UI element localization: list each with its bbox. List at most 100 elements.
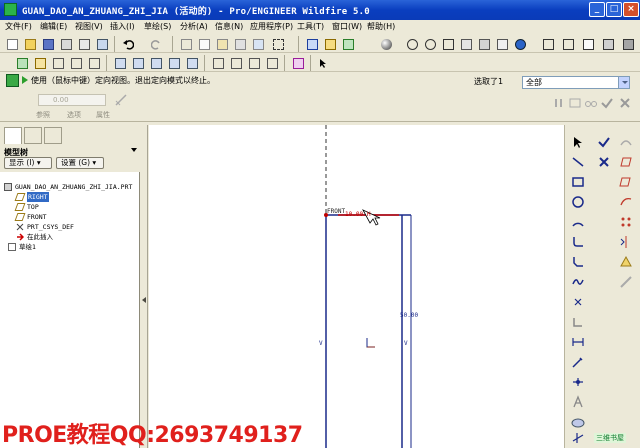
preview-icon[interactable] (568, 96, 582, 110)
dimension-vertical[interactable]: 50.00 (400, 312, 418, 319)
tab-properties[interactable]: 属性 (96, 110, 110, 120)
use-edge-button[interactable] (569, 313, 587, 331)
maximize-button[interactable]: □ (606, 2, 622, 17)
graphics-window[interactable]: FRONT 10.00 50.00 H V V (149, 125, 564, 448)
glasses-icon[interactable] (584, 96, 598, 110)
spin-center-button[interactable] (340, 36, 356, 52)
point-button[interactable] (569, 293, 587, 311)
selection-filter-select[interactable]: 全部 (522, 76, 630, 89)
datum-point-button[interactable] (68, 55, 84, 71)
datum-csys-button[interactable] (86, 55, 102, 71)
cut-button[interactable] (178, 36, 194, 52)
cancel-x-icon[interactable] (618, 96, 632, 110)
help-pointer-button[interactable] (316, 55, 332, 71)
depth-option-icon[interactable] (114, 93, 128, 107)
menu-sketch[interactable]: 草绘(S) (144, 21, 171, 32)
enhanced-realism-button[interactable] (620, 36, 636, 52)
email-button[interactable] (76, 36, 92, 52)
sketch-view-button[interactable] (304, 36, 320, 52)
datum-plane-tool-button[interactable] (617, 153, 635, 171)
open-button[interactable] (22, 36, 38, 52)
line-button[interactable] (569, 153, 587, 171)
datum-plane-button[interactable] (32, 55, 48, 71)
revolve-button[interactable] (130, 55, 146, 71)
paste-special-button[interactable] (232, 36, 248, 52)
undo-button[interactable] (120, 36, 136, 52)
menu-view[interactable]: 视图(V) (75, 21, 103, 32)
curve-button[interactable] (617, 193, 635, 211)
chamfer-button[interactable] (569, 253, 587, 271)
zoom-in-button[interactable] (404, 36, 420, 52)
dimension-button[interactable] (569, 333, 587, 351)
menu-insert[interactable]: 插入(I) (110, 21, 135, 32)
datum-axis-button[interactable] (50, 55, 66, 71)
hidden-line-button[interactable] (560, 36, 576, 52)
continue-button[interactable] (617, 133, 635, 151)
zoom-out-button[interactable] (422, 36, 438, 52)
panel-splitter[interactable] (140, 125, 148, 448)
constraint-button[interactable] (569, 373, 587, 391)
rib-button[interactable] (246, 55, 262, 71)
mirror-button[interactable] (617, 233, 635, 251)
sketch-canvas[interactable] (149, 125, 564, 448)
display-style-button[interactable] (512, 36, 528, 52)
round-button[interactable] (290, 55, 306, 71)
select-box-button[interactable] (270, 36, 286, 52)
saved-views-button[interactable] (494, 36, 510, 52)
confirm-sketch-button[interactable] (595, 133, 613, 151)
close-button[interactable]: × (623, 2, 639, 17)
layers-button[interactable] (476, 36, 492, 52)
send-button[interactable] (94, 36, 110, 52)
offset-button[interactable] (617, 173, 635, 191)
chevron-down-icon[interactable] (131, 148, 137, 152)
draft-button[interactable] (264, 55, 280, 71)
tab-references[interactable]: 参照 (36, 110, 50, 120)
modify-button[interactable] (569, 353, 587, 371)
trim-button[interactable] (569, 429, 587, 447)
wireframe-button[interactable] (540, 36, 556, 52)
tab-favorites[interactable] (44, 127, 62, 144)
shaded-button[interactable] (600, 36, 616, 52)
no-hidden-button[interactable] (580, 36, 596, 52)
new-button[interactable] (4, 36, 20, 52)
dimension-horizontal[interactable]: 10.00 (345, 211, 363, 218)
text-button[interactable] (569, 393, 587, 411)
pause-icon[interactable] (552, 96, 566, 110)
tab-options[interactable]: 选项 (67, 110, 81, 120)
datum-display-button[interactable] (322, 36, 338, 52)
menu-file[interactable]: 文件(F) (5, 21, 32, 32)
circle-button[interactable] (569, 193, 587, 211)
fillet-button[interactable] (569, 233, 587, 251)
redo-button[interactable] (148, 36, 164, 52)
print-button[interactable] (58, 36, 74, 52)
tab-model-tree[interactable] (4, 127, 22, 144)
menu-analysis[interactable]: 分析(A) (180, 21, 208, 32)
refit-button[interactable] (440, 36, 456, 52)
select-button[interactable] (569, 133, 587, 151)
sweep-button[interactable] (148, 55, 164, 71)
spline-button[interactable] (569, 273, 587, 291)
datum-label-front[interactable]: FRONT (327, 208, 345, 215)
save-button[interactable] (40, 36, 56, 52)
cancel-sketch-button[interactable] (595, 153, 613, 171)
dimension-input[interactable]: 0.00 (38, 94, 106, 106)
arc-button[interactable] (569, 213, 587, 231)
chain-button[interactable] (617, 273, 635, 291)
expand-icon[interactable] (8, 243, 16, 251)
style-button[interactable] (184, 55, 200, 71)
collapse-arrow-icon[interactable] (142, 297, 146, 303)
tab-folder-browser[interactable] (24, 127, 42, 144)
pattern-button[interactable] (617, 213, 635, 231)
rectangle-button[interactable] (569, 173, 587, 191)
menu-window[interactable]: 窗口(W) (332, 21, 362, 32)
settings-button[interactable]: 设置 (G) ▾ (56, 157, 104, 169)
menu-help[interactable]: 帮助(H) (367, 21, 395, 32)
shell-button[interactable] (228, 55, 244, 71)
regenerate-button[interactable] (250, 36, 266, 52)
copy-button[interactable] (196, 36, 212, 52)
extrude-button[interactable] (112, 55, 128, 71)
hole-button[interactable] (210, 55, 226, 71)
apply-check-icon[interactable] (600, 96, 614, 110)
paste-button[interactable] (214, 36, 230, 52)
show-button[interactable]: 显示 (I) ▾ (4, 157, 52, 169)
